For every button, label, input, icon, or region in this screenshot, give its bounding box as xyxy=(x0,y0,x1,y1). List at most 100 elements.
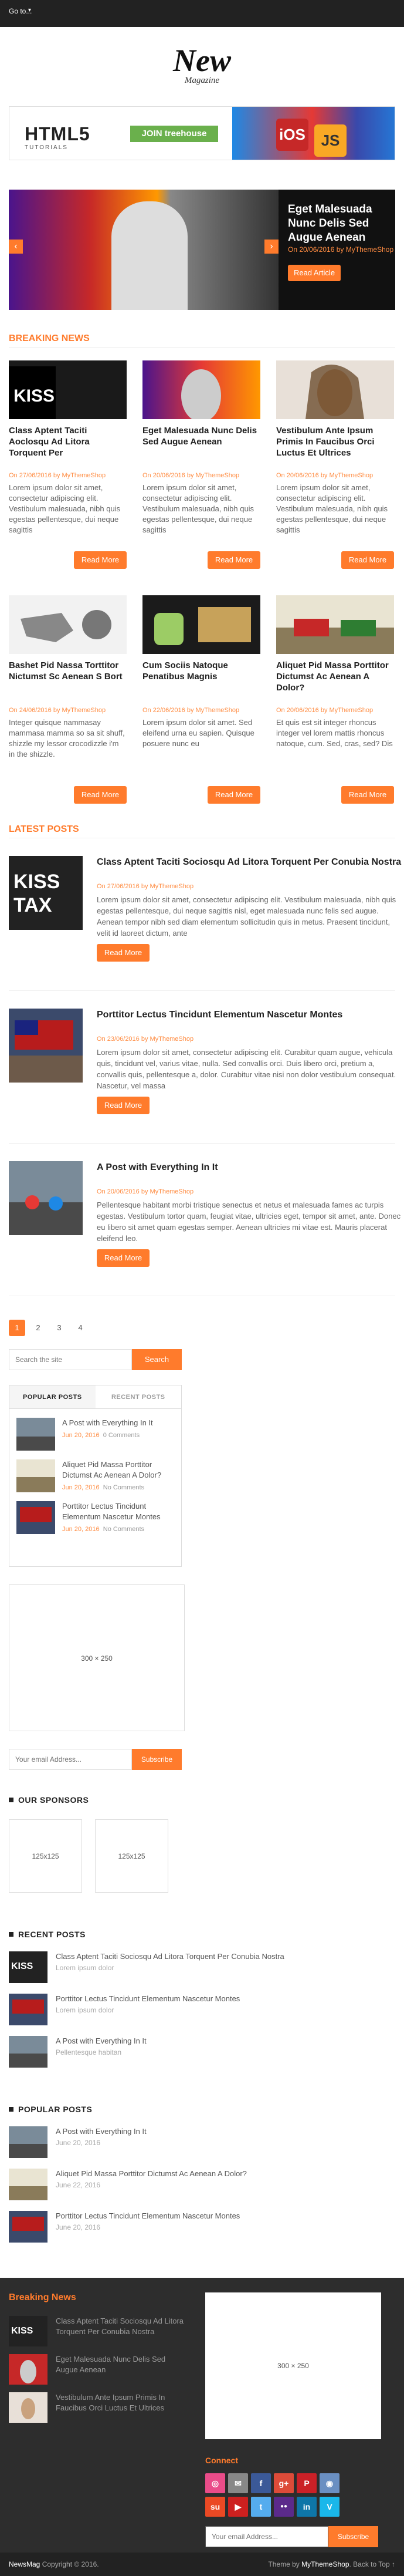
tab-post-comments[interactable]: No Comments xyxy=(103,1484,144,1491)
facebook-icon[interactable]: f xyxy=(251,2473,271,2493)
recent-post-thumb[interactable]: KISS xyxy=(9,1951,47,1983)
recent-post-title[interactable]: Porttitor Lectus Tincidunt Elementum Nas… xyxy=(56,1994,240,2004)
card-title[interactable]: Cum Sociis Natoque Penatibus Magnis xyxy=(142,660,260,706)
popular-post-thumb[interactable] xyxy=(9,2169,47,2200)
popular-post-title[interactable]: A Post with Everything In It xyxy=(56,2126,147,2137)
linkedin-icon[interactable]: in xyxy=(297,2497,317,2517)
footer-subscribe-button[interactable]: Subscribe xyxy=(328,2526,378,2547)
brand-link[interactable]: NewsMag xyxy=(9,2560,40,2568)
post-image[interactable]: KISS TAX xyxy=(9,856,83,930)
tab-post-thumb[interactable] xyxy=(16,1418,55,1451)
credits-text: Theme by MyThemeShop. Back to Top ↑ xyxy=(268,2560,395,2568)
card-image[interactable] xyxy=(9,595,127,654)
post-title[interactable]: Porttitor Lectus Tincidunt Elementum Nas… xyxy=(97,1009,402,1021)
dribbble-icon[interactable]: ◎ xyxy=(205,2473,225,2493)
popular-post-thumb[interactable] xyxy=(9,2126,47,2158)
tab-post-meta: Jun 20, 2016 No Comments xyxy=(62,1526,174,1533)
pinterest-icon[interactable]: P xyxy=(297,2473,317,2493)
card-image[interactable] xyxy=(142,360,260,419)
email-icon[interactable]: ✉ xyxy=(228,2473,248,2493)
footer-email-field[interactable] xyxy=(205,2526,328,2547)
popular-post-thumb[interactable] xyxy=(9,2211,47,2243)
tab-post-comments[interactable]: 0 Comments xyxy=(103,1432,140,1439)
instagram-icon[interactable]: ◉ xyxy=(320,2473,340,2493)
page-1-button[interactable]: 1 xyxy=(9,1320,25,1336)
subscribe-button[interactable]: Subscribe xyxy=(132,1749,182,1770)
recent-post-title[interactable]: Class Aptent Taciti Sociosqu Ad Litora T… xyxy=(56,1951,284,1962)
slider-next-arrow-icon[interactable]: › xyxy=(264,240,279,254)
site-logo[interactable]: New xyxy=(0,45,404,76)
recent-post-thumb[interactable] xyxy=(9,2036,47,2068)
tab-post-thumb[interactable] xyxy=(16,1501,55,1534)
top-bar: Go to... ▾ xyxy=(0,0,404,27)
card-image[interactable]: KISS xyxy=(9,360,127,419)
header-ad-banner[interactable]: HTML5 TUTORIALS JOIN treehouse iOS JS xyxy=(9,106,395,160)
read-more-button[interactable]: Read More xyxy=(97,1097,150,1114)
page-3-button[interactable]: 3 xyxy=(51,1320,67,1336)
recent-post-title[interactable]: A Post with Everything In It xyxy=(56,2036,147,2046)
flickr-icon[interactable]: ●● xyxy=(274,2497,294,2517)
googleplus-icon[interactable]: g+ xyxy=(274,2473,294,2493)
slider-image[interactable] xyxy=(9,190,279,310)
tab-post-item: A Post with Everything In It Jun 20, 201… xyxy=(9,1409,181,1451)
tab-post-thumb[interactable] xyxy=(16,1459,55,1492)
card-title[interactable]: Aliquet Pid Massa Porttitor Dictumst Ac … xyxy=(276,660,394,706)
read-more-button[interactable]: Read More xyxy=(341,786,394,804)
footer-post-title[interactable]: Vestibulum Ante Ipsum Primis In Faucibus… xyxy=(56,2392,185,2423)
read-more-button[interactable]: Read More xyxy=(74,786,127,804)
post-title[interactable]: Class Aptent Taciti Sociosqu Ad Litora T… xyxy=(97,856,402,868)
popular-post-title[interactable]: Aliquet Pid Massa Porttitor Dictumst Ac … xyxy=(56,2169,247,2179)
footer-ad-300x250[interactable]: 300 × 250 xyxy=(205,2292,381,2439)
twitter-icon[interactable]: t xyxy=(251,2497,271,2517)
sidebar-ad-300x250[interactable]: 300 × 250 xyxy=(9,1584,185,1731)
slider-title[interactable]: Eget Malesuada Nunc Delis Sed Augue Aene… xyxy=(288,203,395,245)
card-title[interactable]: Class Aptent Taciti Aoclosqu Ad Litora T… xyxy=(9,425,127,471)
card-title[interactable]: Eget Malesuada Nunc Delis Sed Augue Aene… xyxy=(142,425,260,471)
tab-post-title[interactable]: Porttitor Lectus Tincidunt Elementum Nas… xyxy=(62,1501,174,1522)
card-image[interactable] xyxy=(276,595,394,654)
footer-post-thumb[interactable] xyxy=(9,2354,47,2385)
read-more-button[interactable]: Read More xyxy=(208,551,260,569)
footer-post-title[interactable]: Eget Malesuada Nunc Delis Sed Augue Aene… xyxy=(56,2354,185,2385)
post-title[interactable]: A Post with Everything In It xyxy=(97,1161,402,1174)
tab-post-title[interactable]: A Post with Everything In It xyxy=(62,1418,153,1428)
card-meta: On 24/06/2016 by MyThemeShop xyxy=(9,707,106,714)
search-button[interactable]: Search xyxy=(132,1349,182,1370)
read-more-button[interactable]: Read More xyxy=(208,786,260,804)
stumbleupon-icon[interactable]: su xyxy=(205,2497,225,2517)
sponsor-ad-125[interactable]: 125x125 xyxy=(9,1819,82,1893)
vimeo-icon[interactable]: V xyxy=(320,2497,340,2517)
popular-post-title[interactable]: Porttitor Lectus Tincidunt Elementum Nas… xyxy=(56,2211,240,2221)
footer-post-title[interactable]: Class Aptent Taciti Sociosqu Ad Litora T… xyxy=(56,2316,185,2346)
search-input[interactable] xyxy=(9,1349,132,1370)
recent-post-thumb[interactable] xyxy=(9,1994,47,2025)
back-to-top-link[interactable]: . Back to Top ↑ xyxy=(349,2560,396,2568)
email-field[interactable] xyxy=(9,1749,132,1770)
read-more-button[interactable]: Read More xyxy=(97,1249,150,1267)
card-image[interactable] xyxy=(276,360,394,419)
tab-recent-posts[interactable]: RECENT POSTS xyxy=(96,1385,182,1408)
page-4-button[interactable]: 4 xyxy=(72,1320,89,1336)
youtube-icon[interactable]: ▶ xyxy=(228,2497,248,2517)
footer-post-thumb[interactable] xyxy=(9,2392,47,2423)
chevron-down-icon[interactable]: ▾ xyxy=(28,7,31,14)
banner-join-button[interactable]: JOIN treehouse xyxy=(130,126,218,142)
card-title[interactable]: Bashet Pid Nassa Torttitor Nictumst Sc A… xyxy=(9,660,127,706)
post-image[interactable] xyxy=(9,1161,83,1235)
footer-post-thumb[interactable]: KISS xyxy=(9,2316,47,2346)
read-more-button[interactable]: Read More xyxy=(97,944,150,962)
mythemeshop-link[interactable]: MyThemeShop xyxy=(301,2560,349,2568)
slider-prev-arrow-icon[interactable]: ‹ xyxy=(9,240,23,254)
sponsor-ad-125[interactable]: 125x125 xyxy=(95,1819,168,1893)
tab-popular-posts[interactable]: POPULAR POSTS xyxy=(9,1385,96,1408)
card-title[interactable]: Vestibulum Ante Ipsum Primis In Faucibus… xyxy=(276,425,394,471)
card-image[interactable] xyxy=(142,595,260,654)
sponsors-heading-text: OUR SPONSORS xyxy=(18,1795,89,1805)
read-more-button[interactable]: Read More xyxy=(341,551,394,569)
read-more-button[interactable]: Read More xyxy=(74,551,127,569)
tab-post-comments[interactable]: No Comments xyxy=(103,1526,144,1533)
read-article-button[interactable]: Read Article xyxy=(288,265,341,281)
page-2-button[interactable]: 2 xyxy=(30,1320,46,1336)
post-image[interactable] xyxy=(9,1009,83,1083)
tab-post-title[interactable]: Aliquet Pid Massa Porttitor Dictumst Ac … xyxy=(62,1459,174,1481)
